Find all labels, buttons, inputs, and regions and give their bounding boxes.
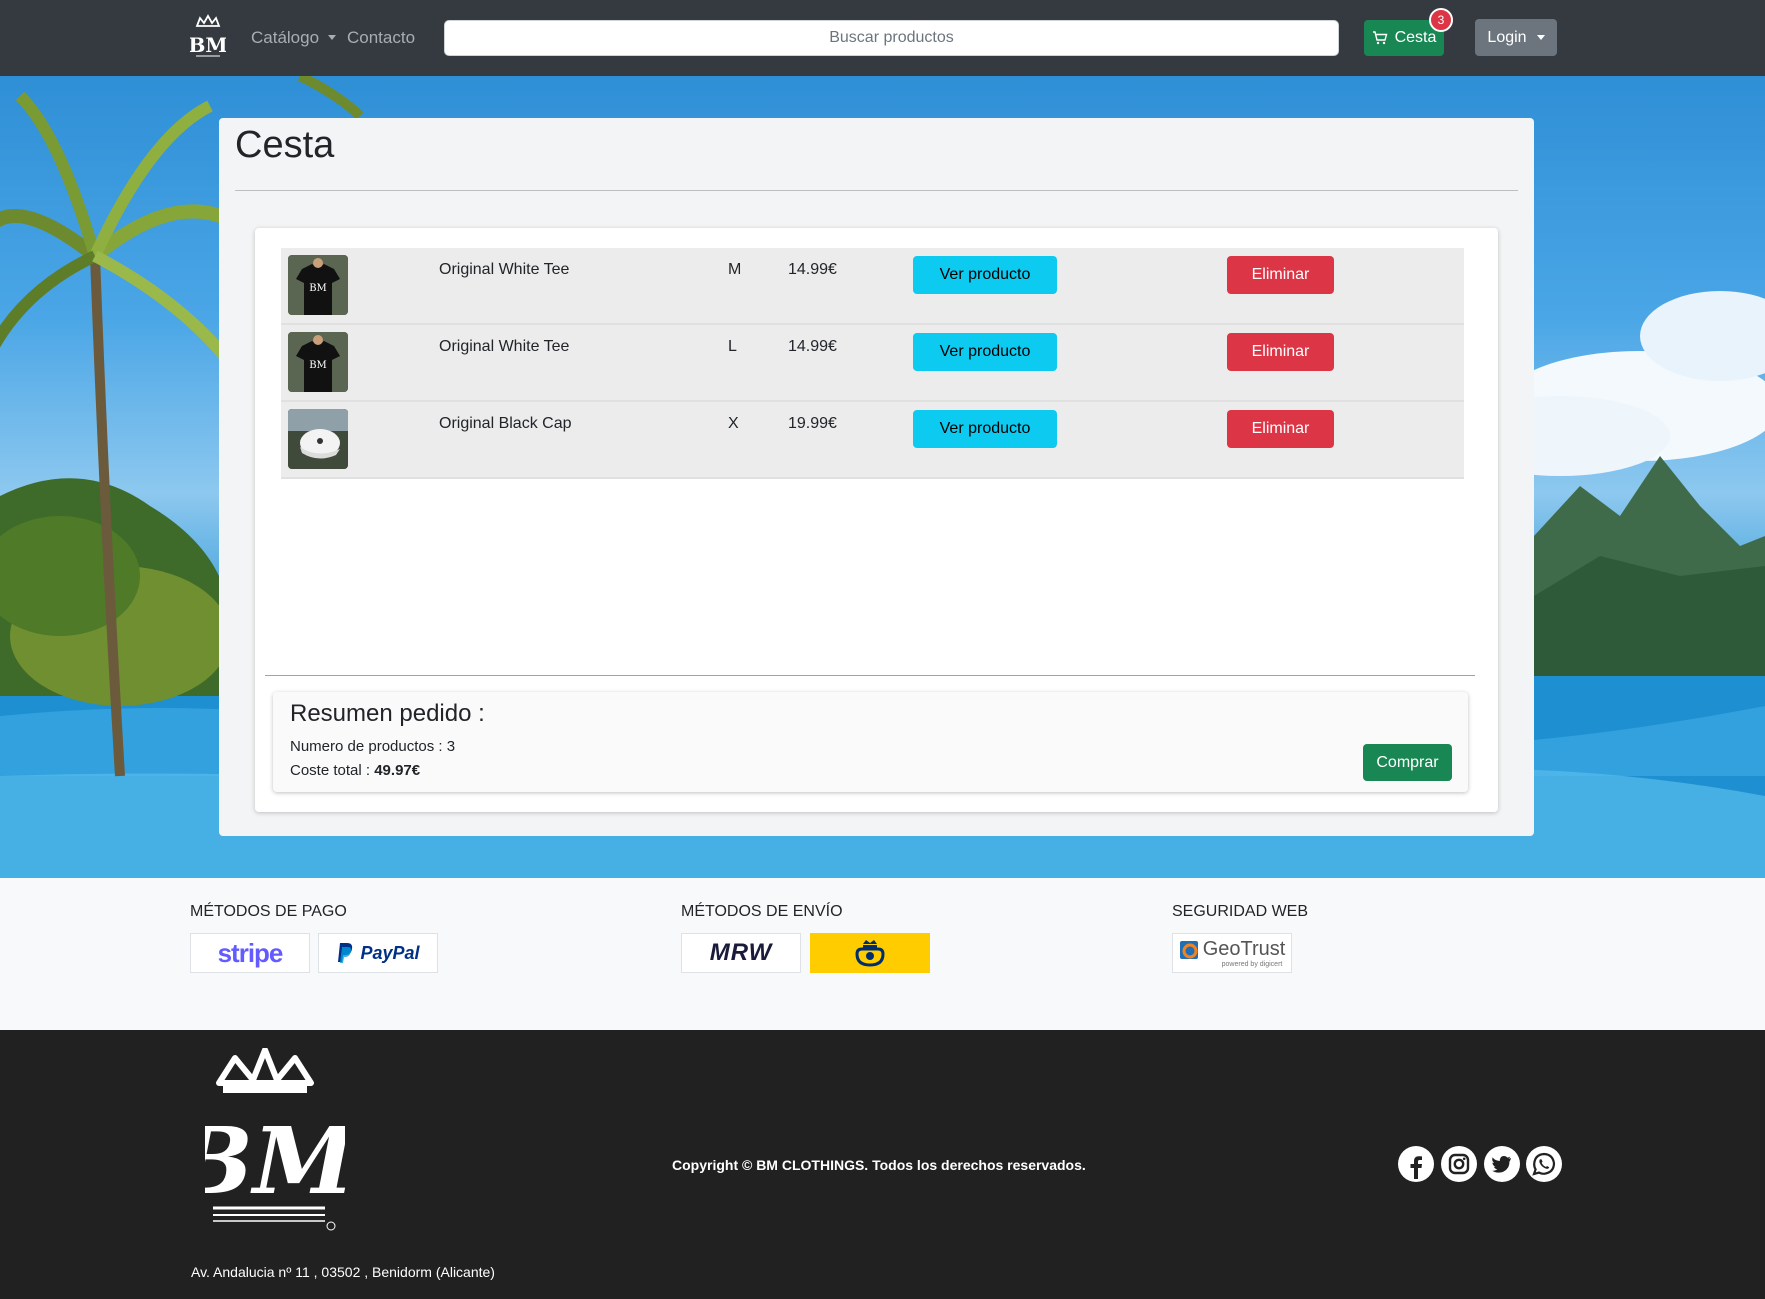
cart-count-badge: 3	[1429, 8, 1453, 32]
web-security-title: SEGURIDAD WEB	[1172, 903, 1309, 920]
nav-contacto-link[interactable]: Contacto	[347, 28, 415, 48]
item-size: M	[728, 261, 742, 278]
cart-icon	[1372, 31, 1388, 45]
cart-item-row: BM Original White Tee L 14.99€ Ver produ…	[281, 325, 1464, 402]
divider	[265, 675, 1475, 676]
summary-total: Coste total : 49.97€	[290, 762, 420, 779]
svg-text:BM: BM	[205, 1107, 345, 1215]
view-product-button[interactable]: Ver producto	[913, 333, 1057, 371]
remove-item-button[interactable]: Eliminar	[1227, 256, 1334, 294]
tshirt-thumbnail-image: BM	[288, 255, 348, 315]
login-dropdown-button[interactable]: Login	[1475, 19, 1557, 56]
caret-down-icon	[1536, 35, 1545, 40]
payment-methods-title: MÉTODOS DE PAGO	[190, 903, 347, 920]
page-title: Cesta	[235, 124, 335, 166]
navbar: BM Catálogo Contacto Cesta 3 Login	[0, 0, 1765, 76]
item-size: X	[728, 415, 739, 432]
svg-text:BM: BM	[309, 360, 327, 371]
caret-down-icon	[328, 35, 337, 40]
bm-logo-icon[interactable]: BM	[190, 14, 226, 60]
summary-title: Resumen pedido :	[290, 700, 485, 727]
summary-total-label: Coste total :	[290, 762, 375, 779]
geotrust-icon	[1179, 940, 1198, 959]
whatsapp-icon[interactable]	[1526, 1146, 1562, 1182]
item-name: Original Black Cap	[439, 415, 572, 432]
instagram-icon[interactable]	[1441, 1146, 1477, 1182]
cap-thumbnail-image	[288, 409, 348, 469]
footer: BM Copyright © BM CLOTHINGS. Todos los d…	[0, 1030, 1765, 1299]
geotrust-logo: GeoTrust powered by digicert	[1172, 933, 1292, 973]
search-input[interactable]	[444, 20, 1339, 56]
tshirt-thumbnail-image: BM	[288, 332, 348, 392]
remove-item-button[interactable]: Eliminar	[1227, 333, 1334, 371]
stripe-logo: stripe	[190, 933, 310, 973]
correos-logo	[810, 933, 930, 973]
info-section: MÉTODOS DE PAGO stripe PayPal MÉTODOS DE…	[0, 878, 1765, 1030]
nav-catalogo-label: Catálogo	[251, 28, 320, 47]
cart-card: Cesta BM Original White Tee M 14.99€ Ver…	[219, 118, 1534, 836]
summary-total-value: 49.97€	[374, 762, 421, 779]
paypal-icon	[338, 943, 353, 963]
buy-button[interactable]: Comprar	[1363, 744, 1452, 781]
item-size: L	[728, 338, 737, 355]
cart-label: Cesta	[1394, 29, 1437, 46]
mrw-logo: MRW	[681, 933, 801, 973]
address-text: Av. Andalucia nº 11 , 03502 , Benidorm (…	[191, 1264, 495, 1280]
summary-product-count: Numero de productos : 3	[290, 738, 456, 755]
twitter-icon[interactable]	[1484, 1146, 1520, 1182]
nav-catalogo-dropdown[interactable]: Catálogo	[251, 28, 337, 48]
cart-items-list: BM Original White Tee M 14.99€ Ver produ…	[281, 248, 1464, 479]
item-price: 14.99€	[788, 338, 837, 355]
svg-text:BM: BM	[309, 283, 327, 294]
paypal-logo: PayPal	[318, 933, 438, 973]
item-name: Original White Tee	[439, 338, 570, 355]
cart-panel: BM Original White Tee M 14.99€ Ver produ…	[255, 228, 1498, 812]
svg-text:BM: BM	[190, 33, 226, 57]
item-price: 14.99€	[788, 261, 837, 278]
item-price: 19.99€	[788, 415, 837, 432]
view-product-button[interactable]: Ver producto	[913, 256, 1057, 294]
shipping-methods-title: MÉTODOS DE ENVÍO	[681, 903, 843, 920]
correos-icon	[855, 940, 885, 967]
divider	[235, 190, 1518, 191]
copyright-text: Copyright © BM CLOTHINGS. Todos los dere…	[672, 1157, 1086, 1173]
remove-item-button[interactable]: Eliminar	[1227, 410, 1334, 448]
cart-item-row: Original Black Cap X 19.99€ Ver producto…	[281, 402, 1464, 479]
bm-crown-logo-icon: BM	[205, 1048, 345, 1231]
cart-item-row: BM Original White Tee M 14.99€ Ver produ…	[281, 248, 1464, 325]
view-product-button[interactable]: Ver producto	[913, 410, 1057, 448]
item-name: Original White Tee	[439, 261, 570, 278]
order-summary: Resumen pedido : Numero de productos : 3…	[273, 692, 1468, 792]
login-label: Login	[1487, 28, 1527, 46]
hero-background: Cesta BM Original White Tee M 14.99€ Ver…	[0, 76, 1765, 878]
facebook-icon[interactable]	[1398, 1146, 1434, 1182]
